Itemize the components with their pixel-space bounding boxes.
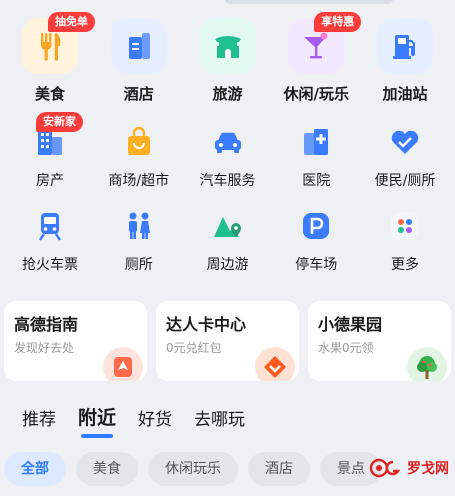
tab-nearby[interactable]: 附近 bbox=[78, 403, 117, 438]
hospital-icon bbox=[296, 122, 336, 162]
grid-item-hotel[interactable]: 酒店 bbox=[95, 18, 183, 116]
chip-food[interactable]: 美食 bbox=[76, 452, 138, 486]
guide-icon bbox=[103, 347, 143, 381]
shopping-bag-icon bbox=[119, 122, 159, 162]
card-title: 小德果园 bbox=[318, 315, 383, 334]
grid-item-label: 商场/超市 bbox=[108, 173, 170, 189]
card-amap-guide[interactable]: 高德指南 发现好去处 bbox=[4, 301, 147, 381]
train-icon bbox=[30, 206, 70, 246]
grid-item-label: 加油站 bbox=[382, 85, 428, 103]
card-title: 高德指南 bbox=[14, 315, 79, 334]
feed-tabs: 推荐 附近 好货 去哪玩 bbox=[22, 403, 245, 438]
grid-item-label: 抢火车票 bbox=[22, 257, 78, 273]
card-fruit-orchard[interactable]: 小德果园 水果0元领 bbox=[308, 301, 451, 381]
promo-badge: 抽免单 bbox=[48, 12, 95, 32]
category-chips: 全部 美食 休闲玩乐 酒店 景点 bbox=[4, 452, 382, 486]
grid-item-label: 酒店 bbox=[123, 85, 154, 103]
tab-good-deals[interactable]: 好货 bbox=[138, 405, 172, 430]
grid-item-label: 厕所 bbox=[124, 257, 153, 273]
grid-item-food[interactable]: 美食 抽免单 bbox=[6, 12, 95, 116]
tab-label: 推荐 bbox=[22, 410, 56, 430]
grid-item-label: 周边游 bbox=[206, 257, 249, 273]
grid-item-convenience[interactable]: 便民/厕所 bbox=[361, 116, 449, 200]
grid-item-real-estate[interactable]: 房产 安新家 bbox=[6, 112, 94, 200]
hotel-icon bbox=[110, 18, 167, 74]
chip-leisure[interactable]: 休闲玩乐 bbox=[148, 452, 238, 486]
grid-item-label: 医院 bbox=[302, 173, 331, 189]
tab-label: 去哪玩 bbox=[194, 410, 246, 430]
chip-hotel[interactable]: 酒店 bbox=[248, 452, 310, 486]
gas-pump-icon bbox=[377, 18, 433, 74]
tab-where-to-go[interactable]: 去哪玩 bbox=[194, 405, 245, 430]
card-title: 达人卡中心 bbox=[166, 315, 247, 334]
travel-gate-icon bbox=[199, 18, 256, 74]
tree-icon bbox=[407, 347, 447, 381]
feature-cards: 高德指南 发现好去处 达人卡中心 0元兑红包 小德果园 水果0元领 bbox=[4, 301, 451, 381]
promo-badge: 安新家 bbox=[36, 112, 83, 132]
service-row-primary: 美食 抽免单 酒店 旅游 休闲/玩乐 享特惠 加油站 bbox=[0, 12, 455, 116]
heart-hands-icon bbox=[385, 122, 425, 162]
grid-item-leisure[interactable]: 休闲/玩乐 享特惠 bbox=[272, 12, 362, 116]
parking-icon bbox=[296, 206, 336, 246]
grid-item-travel[interactable]: 旅游 bbox=[184, 18, 272, 116]
grid-item-nearby-trip[interactable]: 周边游 bbox=[184, 200, 272, 278]
grid-item-label: 更多 bbox=[391, 257, 419, 273]
grid-item-more[interactable]: 更多 bbox=[361, 200, 449, 278]
badge-card-icon bbox=[255, 347, 295, 381]
grid-item-label: 汽车服务 bbox=[199, 173, 256, 189]
grid-item-gas-station[interactable]: 加油站 bbox=[361, 18, 449, 116]
grid-item-car-service[interactable]: 汽车服务 bbox=[184, 116, 272, 200]
active-tab-indicator bbox=[81, 434, 113, 438]
grid-item-label: 美食 bbox=[34, 85, 65, 103]
car-icon bbox=[208, 122, 248, 162]
restroom-icon bbox=[119, 206, 159, 246]
tab-label: 好货 bbox=[138, 410, 173, 430]
service-grid: 美食 抽免单 酒店 旅游 休闲/玩乐 享特惠 加油站 房产 安新家 商场/超市 … bbox=[0, 12, 455, 278]
top-search-bar-edge[interactable] bbox=[225, 0, 393, 4]
grid-item-parking[interactable]: 停车场 bbox=[272, 200, 360, 278]
grid-item-label: 房产 bbox=[36, 173, 64, 189]
more-dots-icon bbox=[385, 206, 425, 246]
tab-label: 附近 bbox=[78, 407, 117, 429]
chip-all[interactable]: 全部 bbox=[4, 452, 66, 486]
grid-item-label: 停车场 bbox=[295, 257, 338, 273]
grid-item-label: 便民/厕所 bbox=[374, 173, 436, 189]
watermark: 罗戈网 bbox=[369, 456, 449, 480]
watermark-text: 罗戈网 bbox=[407, 461, 449, 477]
promo-badge: 享特惠 bbox=[314, 12, 362, 32]
service-row-tertiary: 抢火车票 厕所 周边游 停车场 更多 bbox=[0, 200, 455, 278]
grid-item-mall[interactable]: 商场/超市 bbox=[95, 116, 183, 200]
grid-item-hospital[interactable]: 医院 bbox=[272, 116, 360, 200]
tab-recommend[interactable]: 推荐 bbox=[22, 405, 56, 430]
service-row-secondary: 房产 安新家 商场/超市 汽车服务 医院 便民/厕所 bbox=[0, 112, 455, 200]
grid-item-restroom[interactable]: 厕所 bbox=[95, 200, 183, 278]
card-expert-center[interactable]: 达人卡中心 0元兑红包 bbox=[156, 301, 299, 381]
grid-item-label: 旅游 bbox=[212, 85, 243, 103]
grid-item-train-ticket[interactable]: 抢火车票 bbox=[6, 200, 94, 278]
grid-item-label: 休闲/玩乐 bbox=[283, 85, 349, 103]
nearby-trip-icon bbox=[208, 206, 248, 246]
watermark-logo-icon bbox=[369, 458, 401, 478]
